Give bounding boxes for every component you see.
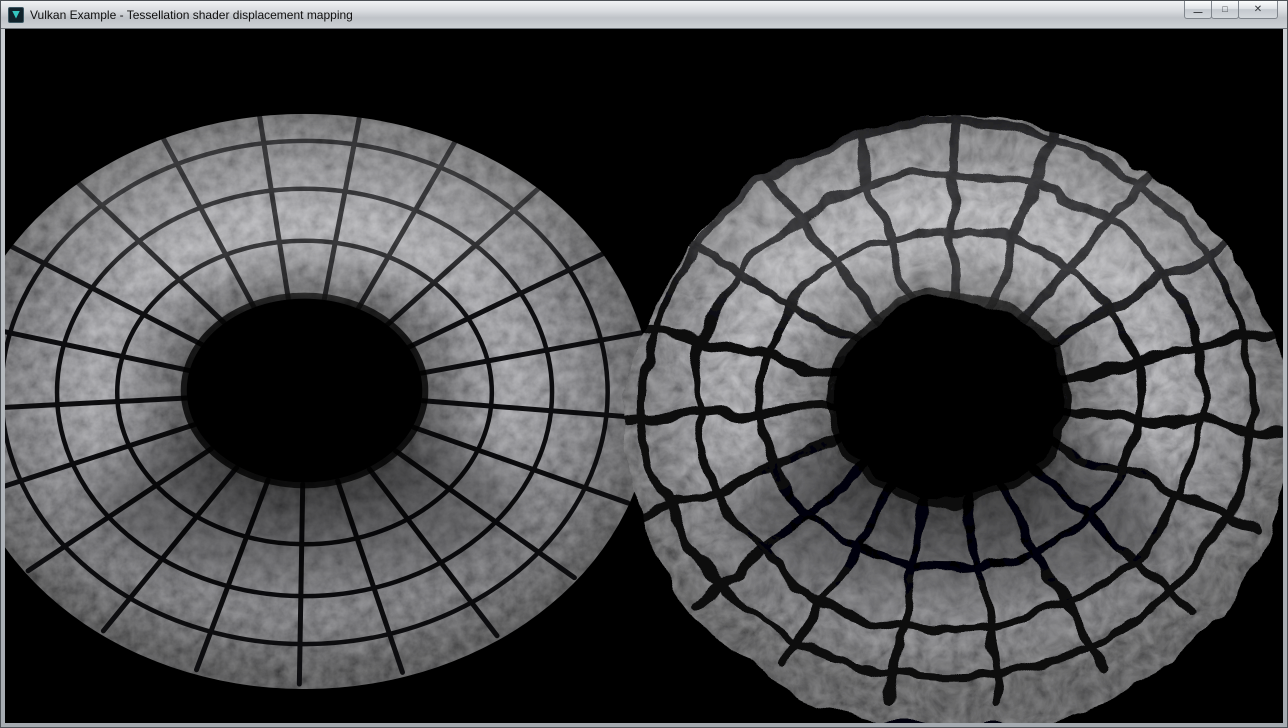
minimize-button[interactable]: —: [1184, 1, 1212, 19]
app-icon: [8, 7, 24, 23]
render-scene: [5, 29, 1283, 723]
close-icon: ✕: [1254, 5, 1262, 15]
vulkan-logo-icon: [12, 11, 20, 19]
close-button[interactable]: ✕: [1238, 1, 1278, 19]
window-title: Vulkan Example - Tessellation shader dis…: [30, 8, 353, 22]
maximize-icon: □: [1222, 5, 1227, 14]
minimize-icon: —: [1194, 8, 1203, 17]
torus-left: [5, 99, 674, 713]
window-controls: — □ ✕: [1185, 1, 1278, 19]
maximize-button[interactable]: □: [1211, 1, 1239, 19]
render-viewport[interactable]: [5, 29, 1283, 723]
torus-right: [604, 95, 1283, 723]
titlebar[interactable]: Vulkan Example - Tessellation shader dis…: [1, 1, 1287, 29]
app-window: Vulkan Example - Tessellation shader dis…: [0, 0, 1288, 728]
